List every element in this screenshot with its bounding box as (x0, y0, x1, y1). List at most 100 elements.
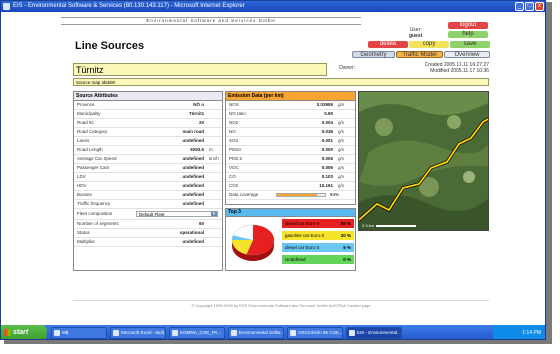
emission-row: SO2 0.001 g/s (226, 137, 355, 146)
attribute-value: undefined (182, 165, 205, 170)
emission-value: 0.90 (324, 111, 333, 116)
attribute-value: NÖ u (193, 102, 204, 107)
attribute-unit: m (209, 147, 213, 152)
help-button[interactable]: help (448, 31, 488, 38)
attribute-label: LDV (77, 174, 86, 179)
emission-row: CO2 15.161 g/s (226, 182, 355, 191)
attribute-label: Road ID (77, 120, 94, 125)
title-bar: EIS - Environmental Software & Services … (1, 1, 545, 12)
clock: 1:14 PM (522, 330, 541, 336)
attribute-label: Traffic frequency (77, 201, 111, 206)
top3-header: Top 3 (226, 209, 355, 217)
window-icon (54, 330, 60, 336)
top3-item-name: diesel car Euro-4 (285, 221, 320, 226)
road-map[interactable]: 0.3 km (358, 91, 489, 231)
attribute-label: Passenger Cars (77, 165, 110, 170)
emission-label: PM2.5 (229, 156, 243, 161)
attribute-value: undefined (182, 183, 205, 188)
taskbar-button[interactable]: AGC/Airinfo 85 CO5... (287, 327, 343, 339)
close-button[interactable]: x (535, 2, 544, 11)
emission-unit: g/s (338, 120, 345, 125)
attribute-row: Traffic frequency undefined (74, 200, 222, 209)
taskbar-button-label: M$ (62, 330, 69, 335)
emission-row: NO 0.036 g/s (226, 128, 355, 137)
top3-legend-item: Undefined 0 % (282, 255, 354, 264)
coverage-bar (276, 193, 326, 197)
user-name: guest (409, 33, 423, 39)
copy-button[interactable]: copy (409, 41, 449, 48)
attribute-value: operational (179, 230, 204, 235)
attribute-value: undefined (182, 239, 205, 244)
map-image (359, 92, 488, 230)
scale-bar (376, 224, 417, 227)
emission-row: NO2 0.004 g/s (226, 119, 355, 128)
emission-label: CO2 (229, 183, 239, 188)
owner-label: Owner: (339, 65, 356, 71)
attribute-row: Road Length 9293.5 m (74, 146, 222, 155)
emission-row: NO ratio 0.90 (226, 110, 355, 119)
minimize-button[interactable]: _ (515, 2, 524, 11)
coverage-bar-fill (277, 194, 318, 196)
windows-logo-icon (4, 329, 11, 336)
save-button[interactable]: save (450, 41, 490, 48)
taskbar-button[interactable]: M$ (51, 327, 107, 339)
taskbar-button-label: Environmental Softw... (239, 330, 284, 335)
top3-legend-item: diesel car Euro-4 55 % (282, 219, 354, 228)
emission-value: 0.103 (321, 174, 333, 179)
emission-label: SO2 (229, 138, 239, 143)
attribute-label: Number of segments (77, 221, 119, 226)
company-banner: Environmental Software and Services GmbH (61, 17, 361, 25)
emission-unit: g/s (338, 174, 345, 179)
attribute-value: undefined (182, 201, 205, 206)
footer: © Copyright 1995-2005 by ESS Environment… (73, 300, 489, 308)
overview-tab[interactable]: Overview (444, 51, 490, 58)
traffic-model-tab[interactable]: Traffic Model (396, 51, 443, 58)
fleet-selected-value: Default Fleet (139, 212, 165, 217)
emission-unit: g/s (338, 102, 345, 107)
source-attributes-panel: Source Attributes Province NÖ u Municipali… (73, 91, 223, 271)
emission-unit: g/s (338, 156, 345, 161)
top3-item-percent: 55 % (340, 221, 351, 226)
coverage-label: Data coverage (229, 192, 259, 197)
attribute-value: undefined (182, 174, 205, 179)
window-icon (349, 330, 355, 336)
delete-button[interactable]: delete (368, 41, 408, 48)
page-title: Line Sources (75, 40, 145, 52)
chevron-down-icon[interactable]: ▼ (211, 212, 217, 216)
taskbar-button[interactable]: KOMMA_COE_PA... (169, 327, 225, 339)
emission-unit: g/s (338, 165, 345, 170)
top3-panel: Top 3 diesel car Euro-4 55 % gasoline car … (225, 208, 356, 271)
attribute-row: Passenger Cars undefined (74, 164, 222, 173)
emission-value: 0.036 (321, 129, 333, 134)
window-title: EIS - Environmental Software & Services … (13, 3, 245, 9)
modified-date: Modified 2005.11.17 10:36 (430, 68, 489, 74)
logout-button[interactable]: logout (448, 22, 488, 29)
attribute-label: Road Length (77, 147, 103, 152)
taskbar-button[interactable]: Microsoft Excel - lauft... (110, 327, 166, 339)
emission-label: NO2 (229, 120, 239, 125)
fleet-composition-select[interactable]: Default Fleet ▼ (136, 211, 218, 217)
attribute-label: Fleet composition (77, 211, 113, 216)
attribute-label: Province (77, 102, 95, 107)
attribute-label: HDV (77, 183, 87, 188)
source-description-field[interactable]: Source map Ids600 (73, 78, 489, 86)
top3-item-name: diesel car Euro-3 (285, 245, 320, 250)
map-scale: 0.3 km (362, 223, 417, 228)
emission-header: Emission Data (per km) (226, 92, 355, 101)
ie-icon (3, 3, 10, 10)
maximize-button[interactable]: □ (525, 2, 534, 11)
attribute-row: Municipality Türnitz (74, 110, 222, 119)
attribute-label: Multiplier (77, 239, 96, 244)
top3-item-percent: 20 % (340, 233, 351, 238)
attribute-row: Road Category main road (74, 128, 222, 137)
geometry-tab[interactable]: Geometry (352, 51, 395, 58)
taskbar-button[interactable]: EIS - Environmental... (346, 327, 402, 339)
source-name-field[interactable]: Türnitz (73, 63, 327, 76)
taskbar: start M$ Microsoft Excel - lauft... KOMMA_… (1, 325, 545, 339)
taskbar-button-label: EIS - Environmental... (357, 330, 401, 335)
attribute-value: undefined (182, 192, 205, 197)
top3-item-name: Undefined (285, 257, 306, 262)
taskbar-button[interactable]: Environmental Softw... (228, 327, 284, 339)
emission-label: PM10 (229, 147, 241, 152)
start-button[interactable]: start (1, 325, 47, 339)
